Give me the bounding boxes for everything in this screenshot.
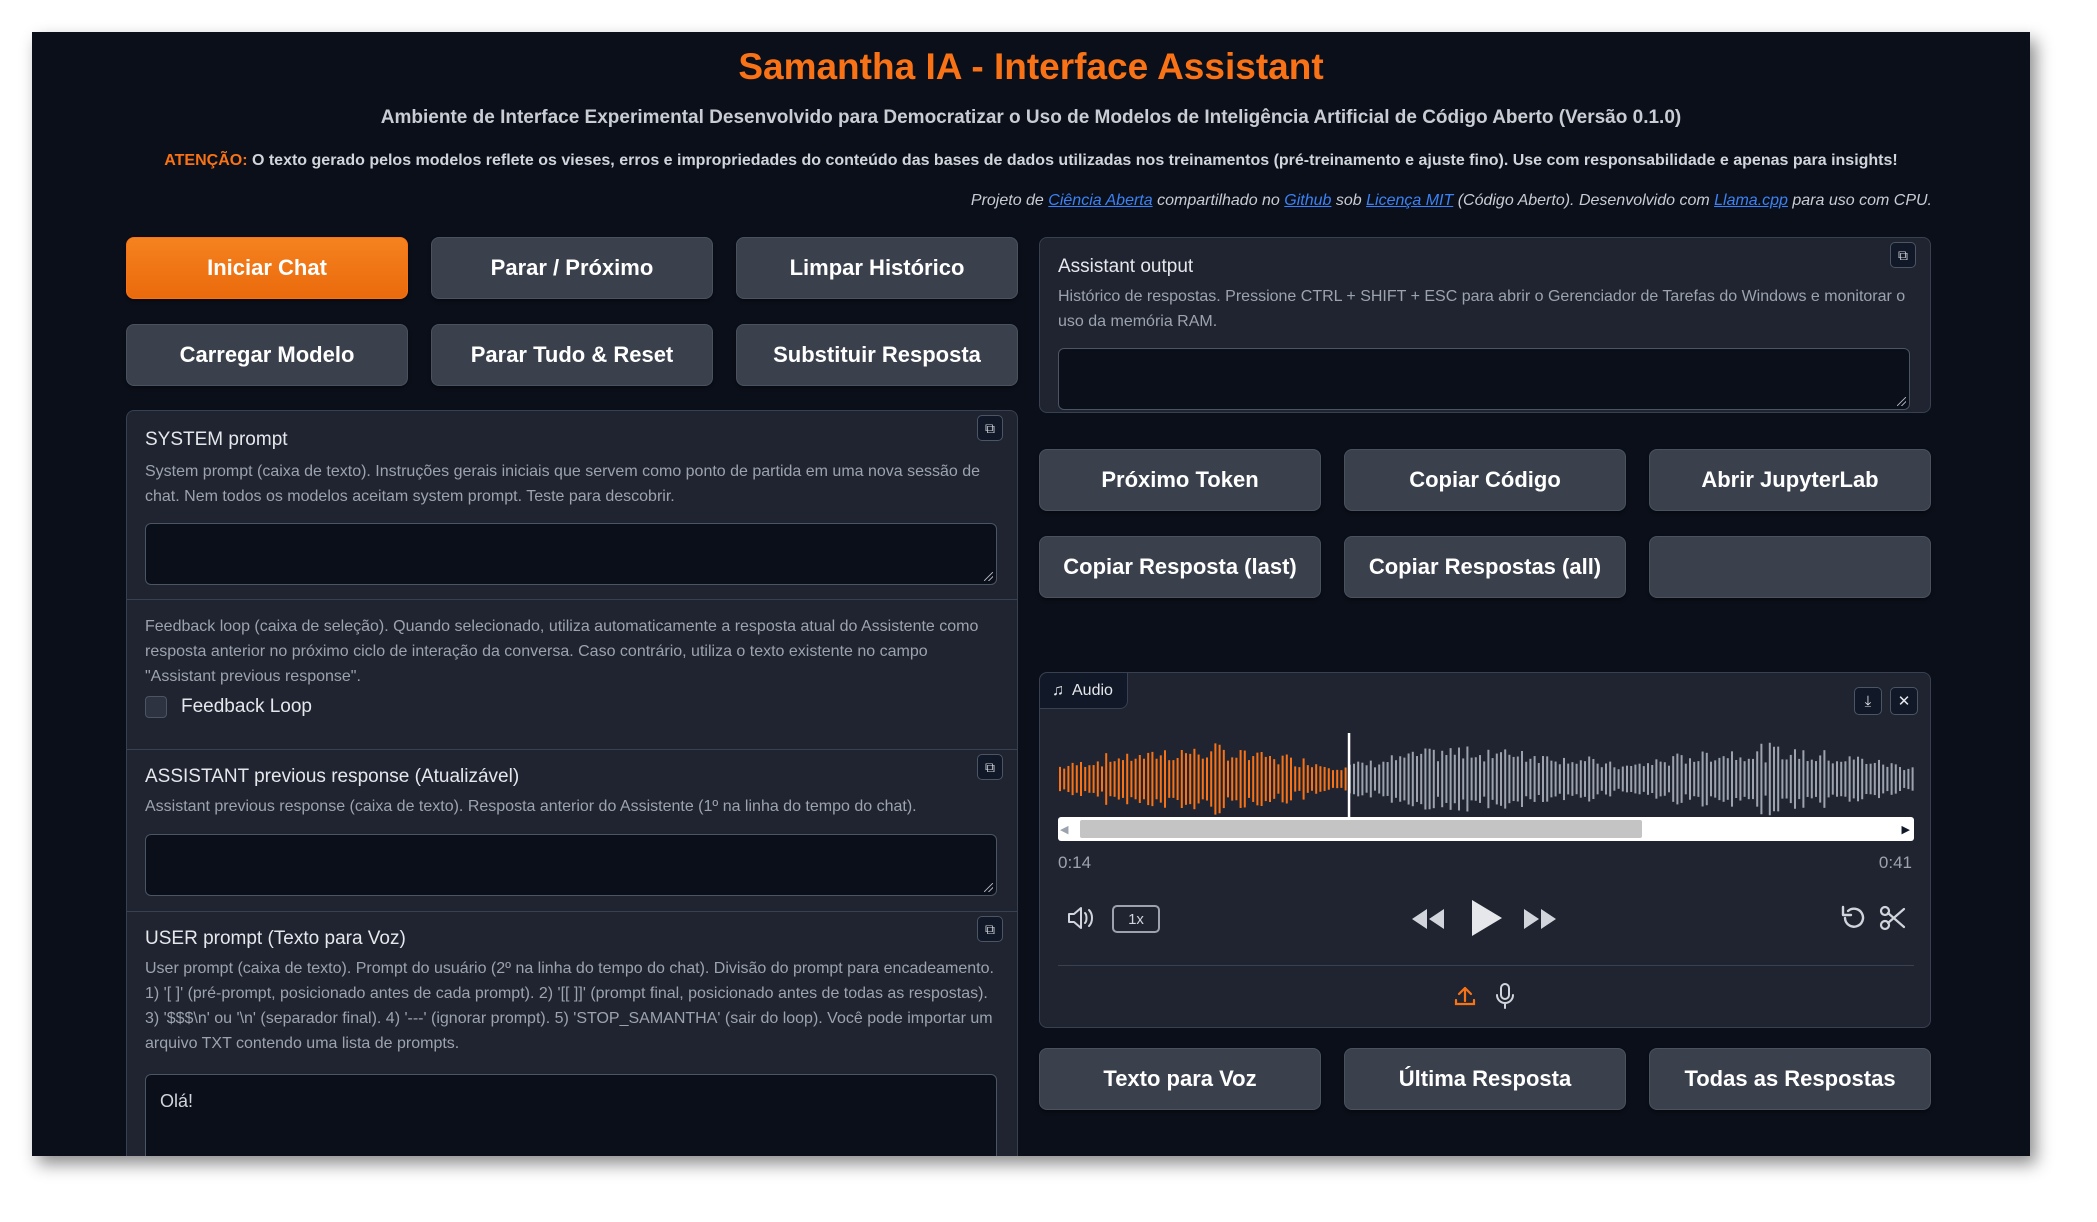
link-licenca-mit[interactable]: Licença MIT (1366, 192, 1453, 209)
download-icon[interactable]: ⤓ (1854, 687, 1882, 715)
assistant-prev-input[interactable] (145, 834, 997, 896)
duration-time: 0:41 (1878, 853, 1912, 872)
copiar-codigo-button[interactable]: Copiar Código (1344, 449, 1626, 511)
assistant-output-info: Histórico de respostas. Pressione CTRL +… (1058, 288, 1906, 330)
app-window: Samantha IA - Interface Assistant Ambien… (32, 32, 2030, 1156)
user-prompt-label: USER prompt (Texto para Voz) (145, 928, 406, 949)
scroll-left-icon[interactable]: ◀ (1060, 823, 1068, 836)
audio-waveform[interactable] (1058, 729, 1914, 829)
music-note-icon: ♫ (1052, 681, 1064, 699)
warning-label: ATENÇÃO: (164, 152, 248, 169)
undo-icon[interactable] (1836, 901, 1870, 935)
parar-proximo-button[interactable]: Parar / Próximo (431, 237, 713, 299)
credits-line: Projeto de Ciência Aberta compartilhado … (971, 192, 1932, 210)
feedback-block: Feedback loop (caixa de seleção). Quando… (127, 599, 1017, 749)
scrollbar-thumb[interactable] (1080, 820, 1642, 838)
todas-as-respostas-button[interactable]: Todas as Respostas (1649, 1048, 1931, 1110)
limpar-historico-button[interactable]: Limpar Histórico (736, 237, 1018, 299)
assistant-prev-label: ASSISTANT previous response (Atualizável… (145, 766, 520, 787)
link-github[interactable]: Github (1284, 192, 1331, 209)
texto-para-voz-button[interactable]: Texto para Voz (1039, 1048, 1321, 1110)
feedback-loop-checkbox[interactable] (145, 696, 167, 718)
credits-text: compartilhado no (1152, 192, 1285, 209)
rewind-icon[interactable] (1408, 901, 1448, 937)
assistant-output-panel: ⧉ Assistant output Histórico de resposta… (1039, 237, 1931, 413)
link-llama-cpp[interactable]: Llama.cpp (1714, 192, 1788, 209)
playback-speed-button[interactable]: 1x (1112, 905, 1160, 933)
fast-forward-icon[interactable] (1520, 901, 1560, 937)
substituir-resposta-button[interactable]: Substituir Resposta (736, 324, 1018, 386)
system-prompt-info: System prompt (caixa de texto). Instruçõ… (145, 463, 981, 505)
credits-text: (Código Aberto). Desenvolvido com (1453, 192, 1715, 209)
system-prompt-block: ⧉ SYSTEM prompt System prompt (caixa de … (127, 411, 1017, 599)
assistant-output-label: Assistant output (1058, 256, 1194, 277)
audio-divider (1058, 965, 1914, 966)
close-icon[interactable]: ✕ (1890, 687, 1918, 715)
abrir-jupyterlab-button[interactable]: Abrir JupyterLab (1649, 449, 1931, 511)
feedback-info: Feedback loop (caixa de seleção). Quando… (145, 618, 979, 685)
empty-button[interactable] (1649, 536, 1931, 598)
scroll-right-icon[interactable]: ▶ (1902, 823, 1910, 836)
copy-icon[interactable]: ⧉ (1890, 242, 1916, 268)
upload-icon[interactable] (1450, 981, 1480, 1011)
audio-label: Audio (1072, 681, 1113, 699)
page-title: Samantha IA - Interface Assistant (738, 46, 1324, 87)
microphone-icon[interactable] (1490, 981, 1520, 1011)
iniciar-chat-button[interactable]: Iniciar Chat (126, 237, 408, 299)
system-prompt-label: SYSTEM prompt (145, 429, 288, 450)
volume-icon[interactable] (1064, 901, 1098, 935)
copy-icon[interactable]: ⧉ (977, 916, 1003, 942)
copy-icon[interactable]: ⧉ (977, 415, 1003, 441)
credits-text: para uso com CPU. (1787, 192, 1932, 209)
assistant-prev-block: ⧉ ASSISTANT previous response (Atualizáv… (127, 749, 1017, 911)
audio-scrollbar[interactable]: ◀ ▶ (1058, 817, 1914, 841)
ultima-resposta-button[interactable]: Última Resposta (1344, 1048, 1626, 1110)
audio-panel: ♫ Audio ⤓ ✕ ◀ ▶ 0:14 0:41 1x (1039, 672, 1931, 1028)
user-prompt-input[interactable]: Olá! (145, 1074, 997, 1156)
copiar-respostas-all-button[interactable]: Copiar Respostas (all) (1344, 536, 1626, 598)
system-prompt-input[interactable] (145, 523, 997, 585)
credits-text: sob (1331, 192, 1367, 209)
copiar-resposta-last-button[interactable]: Copiar Resposta (last) (1039, 536, 1321, 598)
parar-tudo-reset-button[interactable]: Parar Tudo & Reset (431, 324, 713, 386)
assistant-prev-info: Assistant previous response (caixa de te… (145, 798, 917, 815)
play-icon[interactable] (1464, 895, 1508, 941)
current-time: 0:14 (1058, 853, 1092, 872)
resize-handle[interactable] (984, 572, 993, 581)
user-prompt-value: Olá! (160, 1091, 194, 1111)
user-prompt-block: ⧉ USER prompt (Texto para Voz) User prom… (127, 911, 1017, 1156)
credits-text: Projeto de (970, 192, 1049, 209)
resize-handle[interactable] (984, 883, 993, 892)
warning-notice: ATENÇÃO: O texto gerado pelos modelos re… (32, 152, 2030, 170)
link-ciencia-aberta[interactable]: Ciência Aberta (1048, 192, 1152, 209)
copy-icon[interactable]: ⧉ (977, 754, 1003, 780)
warning-text: O texto gerado pelos modelos reflete os … (247, 152, 1898, 169)
proximo-token-button[interactable]: Próximo Token (1039, 449, 1321, 511)
carregar-modelo-button[interactable]: Carregar Modelo (126, 324, 408, 386)
assistant-output-textarea[interactable] (1058, 348, 1910, 410)
user-prompt-info: User prompt (caixa de texto). Prompt do … (145, 960, 994, 1052)
resize-handle[interactable] (1897, 397, 1906, 406)
scissors-icon[interactable] (1876, 901, 1910, 935)
audio-label-tag: ♫ Audio (1040, 673, 1128, 709)
feedback-loop-label: Feedback Loop (181, 696, 312, 717)
page-subtitle: Ambiente de Interface Experimental Desen… (380, 107, 1682, 128)
input-form-panel: ⧉ SYSTEM prompt System prompt (caixa de … (126, 410, 1018, 1156)
